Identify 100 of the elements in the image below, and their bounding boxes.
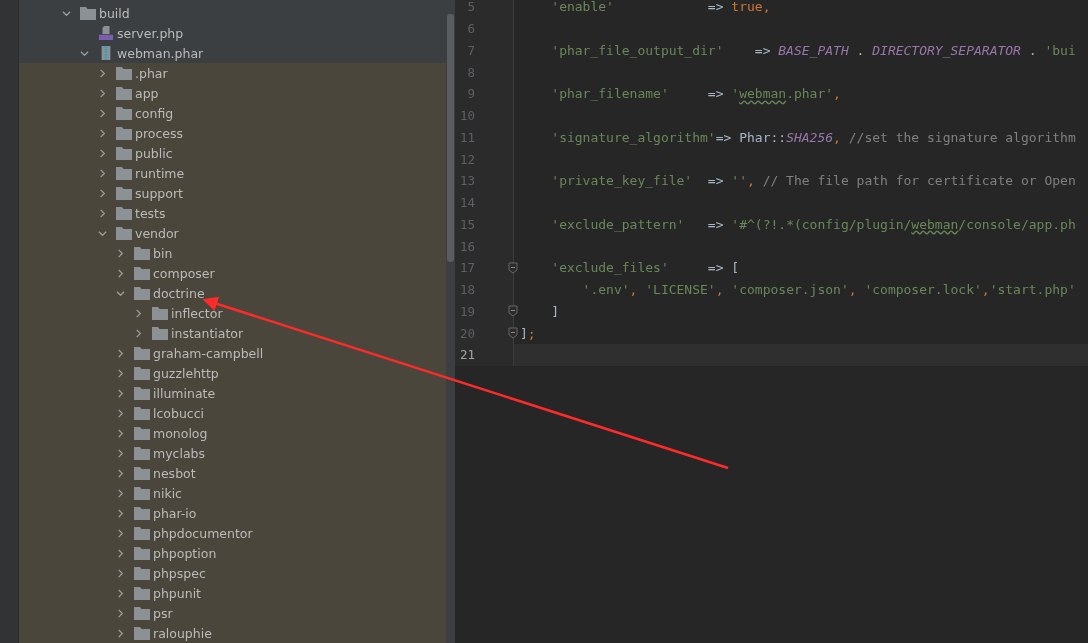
chevron-icon[interactable]	[134, 308, 143, 318]
fold-marker-icon[interactable]	[508, 327, 518, 340]
tree-item-label[interactable]: phpdocumentor	[153, 525, 253, 541]
tree-item-label[interactable]: bin	[153, 245, 173, 261]
chevron-icon[interactable]	[98, 128, 107, 138]
tree-item-label[interactable]: public	[135, 145, 173, 161]
line-number: 14	[458, 195, 475, 211]
chevron-icon[interactable]	[116, 488, 125, 498]
tree-item-label[interactable]: phpunit	[153, 585, 201, 601]
folder-icon	[134, 546, 150, 560]
tree-item-label[interactable]: phpspec	[153, 565, 206, 581]
chevron-icon[interactable]	[116, 288, 125, 298]
chevron-icon[interactable]	[98, 228, 107, 238]
tree-item-label[interactable]: inflector	[171, 305, 223, 321]
chevron-icon[interactable]	[80, 48, 89, 58]
line-number: 11	[458, 129, 475, 145]
tree-item-label[interactable]: myclabs	[153, 445, 206, 461]
fold-marker-icon[interactable]	[508, 305, 518, 318]
line-number: 7	[466, 42, 475, 58]
tree-item-label[interactable]: ralouphie	[153, 625, 212, 641]
tree-item-label[interactable]: server.php	[117, 25, 184, 41]
line-number: 5	[466, 0, 475, 15]
chevron-icon[interactable]	[116, 388, 125, 398]
chevron-icon[interactable]	[98, 168, 107, 178]
chevron-icon[interactable]	[116, 528, 125, 538]
tree-item-label[interactable]: phpoption	[153, 545, 217, 561]
tree-item-label[interactable]: vendor	[135, 225, 179, 241]
folder-icon	[80, 6, 96, 20]
folder-icon	[134, 366, 150, 380]
folder-icon	[134, 606, 150, 620]
tree-item-label[interactable]: build	[99, 5, 130, 21]
tree-item-label[interactable]: phar-io	[153, 505, 197, 521]
tree-item-label[interactable]: webman.phar	[117, 45, 204, 61]
folder-icon	[134, 286, 150, 300]
folder-icon	[134, 586, 150, 600]
line-number: 10	[458, 108, 475, 124]
scrollbar-thumb[interactable]	[447, 14, 454, 262]
folder-icon	[134, 246, 150, 260]
chevron-icon[interactable]	[116, 508, 125, 518]
folder-icon	[134, 446, 150, 460]
folder-icon	[134, 426, 150, 440]
chevron-icon[interactable]	[116, 568, 125, 578]
tree-item-label[interactable]: monolog	[153, 425, 208, 441]
tree-item-label[interactable]: tests	[135, 205, 166, 221]
tree-item-label[interactable]: app	[135, 85, 159, 101]
chevron-icon[interactable]	[116, 628, 125, 638]
chevron-icon[interactable]	[116, 248, 125, 258]
folder-icon	[134, 266, 150, 280]
folder-icon	[116, 86, 132, 100]
folder-icon	[116, 166, 132, 180]
code-line: 'signature_algorithm'=> Phar::SHA256, //set the signature algorithm	[550, 129, 1076, 145]
tree-item-label[interactable]: nesbot	[153, 465, 196, 481]
code-line: ]	[550, 303, 560, 319]
tree-item-label[interactable]: instantiator	[171, 325, 244, 341]
fold-marker-icon[interactable]	[508, 261, 518, 274]
tree-item-label[interactable]: composer	[153, 265, 215, 281]
chevron-icon[interactable]	[116, 588, 125, 598]
code-line: ];	[520, 325, 536, 341]
chevron-icon[interactable]	[98, 188, 107, 198]
folder-icon	[134, 486, 150, 500]
line-number: 15	[458, 216, 475, 232]
chevron-icon[interactable]	[116, 348, 125, 358]
chevron-icon[interactable]	[116, 268, 125, 278]
folder-icon	[116, 186, 132, 200]
tree-item-label[interactable]: runtime	[135, 165, 185, 181]
tree-item-label[interactable]: process	[135, 125, 184, 141]
line-number: 19	[458, 303, 475, 319]
code-line: 'phar_filename' => 'webman.phar',	[550, 86, 841, 102]
folder-icon	[134, 386, 150, 400]
tree-item-label[interactable]: config	[135, 105, 174, 121]
chevron-icon[interactable]	[116, 468, 125, 478]
chevron-icon[interactable]	[98, 88, 107, 98]
tree-item-label[interactable]: guzzlehttp	[153, 365, 219, 381]
tree-item-label[interactable]: .phar	[135, 65, 168, 81]
code-line: 'exclude_files' => [	[550, 260, 740, 276]
folder-icon	[134, 346, 150, 360]
php-file-icon	[98, 26, 114, 40]
chevron-icon[interactable]	[116, 448, 125, 458]
chevron-icon[interactable]	[98, 148, 107, 158]
chevron-icon[interactable]	[98, 108, 107, 118]
tree-item-label[interactable]: illuminate	[153, 385, 216, 401]
tree-item-label[interactable]: doctrine	[153, 285, 205, 301]
chevron-icon[interactable]	[116, 368, 125, 378]
tree-item-label[interactable]: support	[135, 185, 183, 201]
chevron-icon[interactable]	[98, 208, 107, 218]
folder-icon	[116, 206, 132, 220]
chevron-icon[interactable]	[116, 408, 125, 418]
chevron-icon[interactable]	[62, 8, 71, 18]
folder-icon	[116, 106, 132, 120]
chevron-icon[interactable]	[116, 428, 125, 438]
line-number: 13	[458, 173, 475, 189]
tree-item-label[interactable]: nikic	[153, 485, 182, 501]
tree-item-label[interactable]: psr	[153, 605, 173, 621]
folder-icon	[116, 146, 132, 160]
chevron-icon[interactable]	[116, 548, 125, 558]
chevron-icon[interactable]	[98, 68, 107, 78]
folder-icon	[134, 506, 150, 520]
chevron-icon[interactable]	[116, 608, 125, 618]
chevron-icon[interactable]	[134, 328, 143, 338]
tree-item-label[interactable]: lcobucci	[153, 405, 205, 421]
